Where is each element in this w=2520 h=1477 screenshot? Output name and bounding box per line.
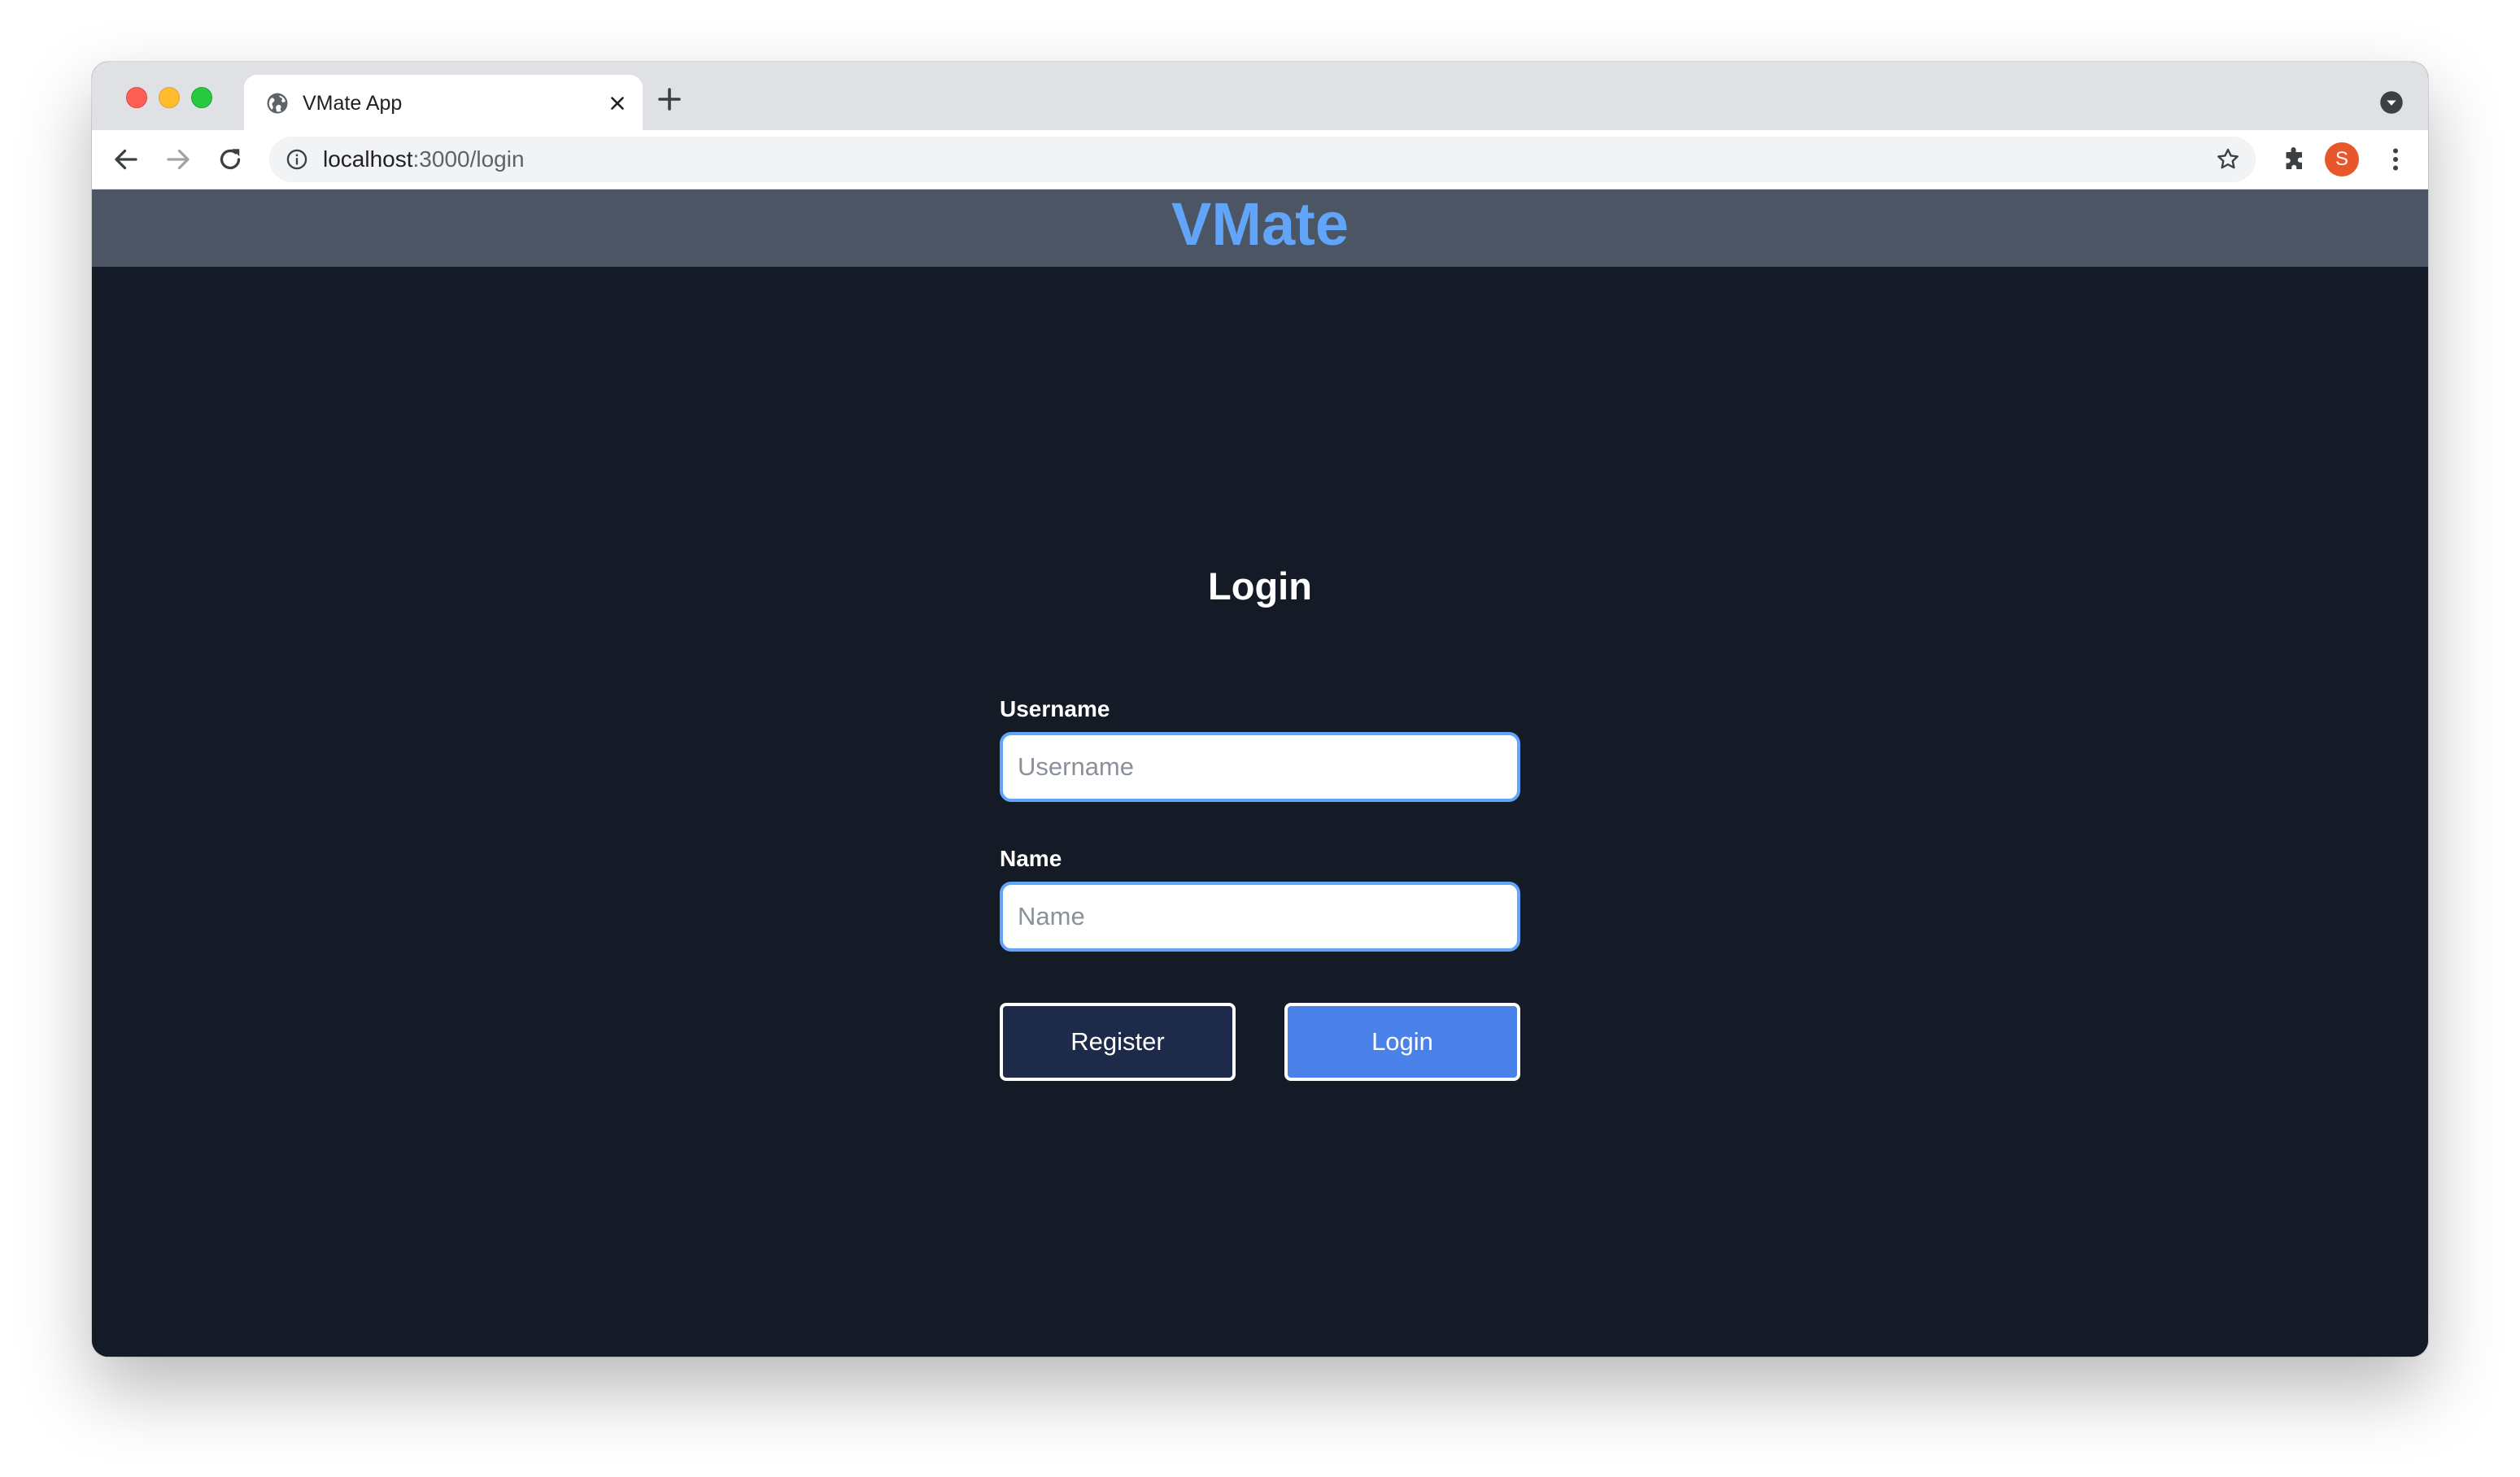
url-path: :3000/login [412, 146, 525, 172]
address-bar[interactable]: localhost:3000/login [269, 137, 2256, 182]
username-label: Username [1000, 696, 1110, 721]
browser-toolbar: localhost:3000/login S [92, 130, 2428, 190]
back-icon[interactable] [111, 145, 141, 174]
name-input[interactable] [1000, 882, 1520, 952]
browser-tab[interactable]: VMate App [244, 75, 643, 130]
page-content: VMate Login Username Name Register Login [92, 190, 2428, 1357]
tab-strip: VMate App [92, 62, 2428, 130]
extensions-puzzle-icon[interactable] [2280, 145, 2309, 174]
close-tab-icon[interactable] [607, 93, 628, 114]
reload-icon[interactable] [216, 145, 245, 174]
globe-icon [267, 93, 288, 114]
close-window-button[interactable] [126, 87, 147, 108]
more-menu-icon[interactable] [2381, 145, 2410, 174]
bookmark-star-icon[interactable] [2215, 146, 2241, 172]
tab-search-icon[interactable] [2379, 90, 2404, 115]
minimize-window-button[interactable] [159, 87, 180, 108]
maximize-window-button[interactable] [191, 87, 212, 108]
name-label: Name [1000, 846, 1062, 871]
new-tab-icon[interactable] [655, 85, 684, 114]
login-button[interactable]: Login [1284, 1003, 1520, 1081]
tab-title: VMate App [303, 92, 403, 115]
url-host: localhost [323, 146, 413, 172]
username-input[interactable] [1000, 732, 1520, 802]
info-icon[interactable] [286, 148, 308, 171]
profile-avatar[interactable]: S [2325, 142, 2359, 176]
login-heading: Login [1208, 564, 1312, 608]
app-header: VMate [92, 190, 2428, 267]
register-button[interactable]: Register [1000, 1003, 1236, 1081]
forward-icon[interactable] [163, 145, 193, 174]
url-text[interactable]: localhost:3000/login [323, 145, 525, 174]
brand-logo[interactable]: VMate [92, 190, 2428, 259]
browser-window: VMate App localhost:3000/login S VMate L… [92, 62, 2428, 1357]
